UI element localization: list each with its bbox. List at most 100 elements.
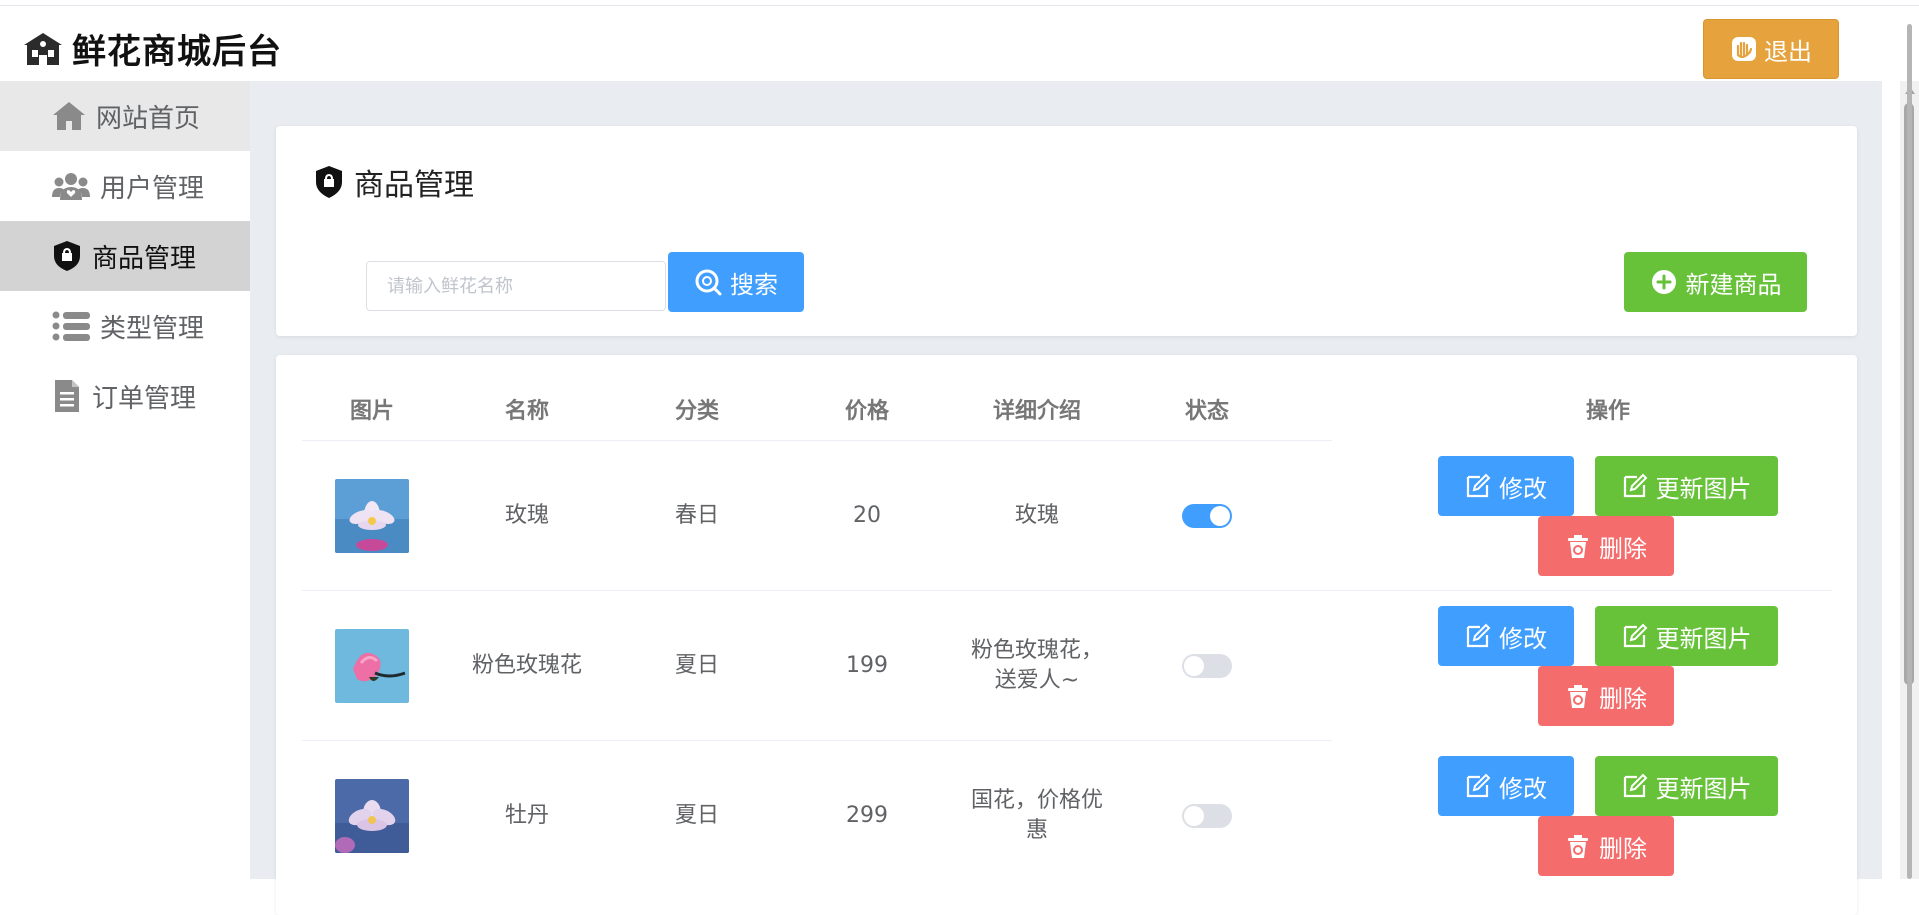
goods-table: 图片 名称 分类 价格 详细介绍 状态 操作 玫瑰 春日 20 玫瑰 修改 更新… (276, 355, 1857, 915)
sidebar-item-label: 类型管理 (100, 313, 205, 344)
search-icon (695, 269, 722, 296)
column-header-category: 分类 (674, 399, 719, 424)
page-title-text: 商品管理 (354, 168, 474, 203)
update-image-label: 更新图片 (1655, 474, 1752, 503)
app-header: 鲜花商城后台 退出 (0, 6, 1900, 81)
logout-button[interactable]: 退出 (1703, 19, 1839, 79)
users-icon (52, 173, 90, 200)
goods-price: 20 (853, 503, 881, 528)
goods-detail: 玫瑰 (1014, 503, 1059, 528)
home-icon (53, 102, 85, 130)
edit-button[interactable]: 修改 (1438, 456, 1574, 516)
flower-thumbnail (335, 629, 409, 703)
sidebar-item-label: 网站首页 (96, 103, 201, 134)
update-image-button[interactable]: 更新图片 (1595, 606, 1778, 666)
column-header-price: 价格 (844, 399, 889, 424)
new-goods-label: 新建商品 (1685, 270, 1782, 299)
goods-shield-icon (316, 166, 342, 198)
search-input[interactable] (366, 261, 666, 311)
goods-detail-line: 粉色玫瑰花， (970, 638, 1103, 663)
toggle-knob (1184, 656, 1204, 676)
edit-label: 修改 (1499, 774, 1547, 803)
flower-thumbnail (335, 779, 409, 853)
goods-detail-line: 送爱人~ (994, 668, 1080, 693)
sidebar-item-label: 商品管理 (92, 243, 197, 274)
toggle-knob (1210, 506, 1230, 526)
column-header-name: 名称 (504, 399, 549, 424)
status-toggle[interactable] (1182, 504, 1232, 528)
delete-label: 删除 (1599, 534, 1647, 563)
column-header-detail: 详细介绍 (992, 399, 1081, 424)
page-title: 商品管理 (314, 160, 474, 204)
delete-button[interactable]: 删除 (1538, 816, 1674, 876)
goods-detail: 粉色玫瑰花， 送爱人~ (952, 591, 1122, 741)
table-row: 玫瑰 春日 20 玫瑰 修改 更新图片 删除 (302, 441, 1832, 591)
edit-icon (1623, 623, 1647, 648)
hand-wave-icon (1732, 37, 1756, 61)
edit-icon (1466, 773, 1491, 798)
update-image-label: 更新图片 (1655, 624, 1752, 653)
delete-label: 删除 (1599, 834, 1647, 863)
trash-icon (1568, 835, 1588, 858)
trash-icon (1568, 685, 1588, 708)
goods-detail-line: 国花，价格优 (970, 788, 1103, 813)
trash-icon (1568, 535, 1588, 558)
delete-label: 删除 (1599, 684, 1647, 713)
update-image-label: 更新图片 (1655, 774, 1752, 803)
sidebar-item-orders[interactable]: 订单管理 (0, 361, 250, 431)
add-circle-icon (1651, 270, 1676, 294)
app-title: 鲜花商城后台 (72, 32, 282, 72)
edit-icon (1623, 773, 1647, 798)
column-header-status: 状态 (1184, 399, 1229, 424)
edit-icon (1466, 473, 1491, 498)
sidebar-item-goods[interactable]: 商品管理 (0, 221, 250, 291)
brand: 鲜花商城后台 (22, 24, 282, 73)
logout-label: 退出 (1764, 37, 1812, 66)
goods-shield-icon (54, 241, 80, 271)
sidebar-item-label: 订单管理 (92, 383, 197, 414)
list-icon (52, 311, 90, 341)
goods-category: 夏日 (674, 803, 719, 828)
toggle-knob (1184, 806, 1204, 826)
goods-detail: 国花，价格优 惠 (952, 741, 1122, 891)
page-scrollbar-track[interactable] (1907, 24, 1912, 879)
sidebar-item-types[interactable]: 类型管理 (0, 291, 250, 361)
edit-label: 修改 (1499, 474, 1547, 503)
document-icon (55, 380, 79, 412)
goods-price: 299 (846, 803, 888, 828)
update-image-button[interactable]: 更新图片 (1595, 456, 1778, 516)
delete-button[interactable]: 删除 (1538, 516, 1674, 576)
edit-label: 修改 (1499, 624, 1547, 653)
column-header-image: 图片 (349, 399, 394, 424)
table-row: 牡丹 夏日 299 国花，价格优 惠 修改 更新图片 删除 (302, 741, 1832, 891)
goods-name: 玫瑰 (504, 503, 549, 528)
search-button-label: 搜索 (730, 270, 778, 299)
table-header: 图片 名称 分类 价格 详细介绍 状态 操作 (302, 383, 1832, 441)
store-icon (24, 32, 62, 65)
sidebar-item-users[interactable]: 用户管理 (0, 151, 250, 221)
edit-icon (1623, 473, 1647, 498)
page-scrollbar[interactable] (1900, 24, 1919, 879)
new-goods-button[interactable]: 新建商品 (1624, 252, 1807, 312)
sidebar: 网站首页 用户管理 商品管理 类型管理 订单管理 (0, 81, 250, 879)
status-toggle[interactable] (1182, 654, 1232, 678)
goods-name: 粉色玫瑰花 (471, 653, 582, 678)
delete-button[interactable]: 删除 (1538, 666, 1674, 726)
flower-thumbnail (335, 479, 409, 553)
goods-detail-line: 惠 (1025, 818, 1048, 843)
edit-icon (1466, 623, 1491, 648)
toolbar-card: 商品管理 搜索 新建商品 (276, 126, 1857, 336)
sidebar-item-label: 用户管理 (100, 173, 205, 204)
column-header-actions: 操作 (1585, 399, 1630, 424)
search-button[interactable]: 搜索 (668, 252, 804, 312)
sidebar-item-home[interactable]: 网站首页 (0, 81, 250, 151)
goods-price: 199 (846, 653, 888, 678)
table-row: 粉色玫瑰花 夏日 199 粉色玫瑰花， 送爱人~ 修改 更新图片 删除 (302, 591, 1832, 741)
edit-button[interactable]: 修改 (1438, 606, 1574, 666)
update-image-button[interactable]: 更新图片 (1595, 756, 1778, 816)
goods-category: 春日 (674, 503, 719, 528)
main-content: 商品管理 搜索 新建商品 图片 名称 分类 价格 详细介绍 状态 (250, 81, 1882, 915)
edit-button[interactable]: 修改 (1438, 756, 1574, 816)
status-toggle[interactable] (1182, 804, 1232, 828)
goods-category: 夏日 (674, 653, 719, 678)
